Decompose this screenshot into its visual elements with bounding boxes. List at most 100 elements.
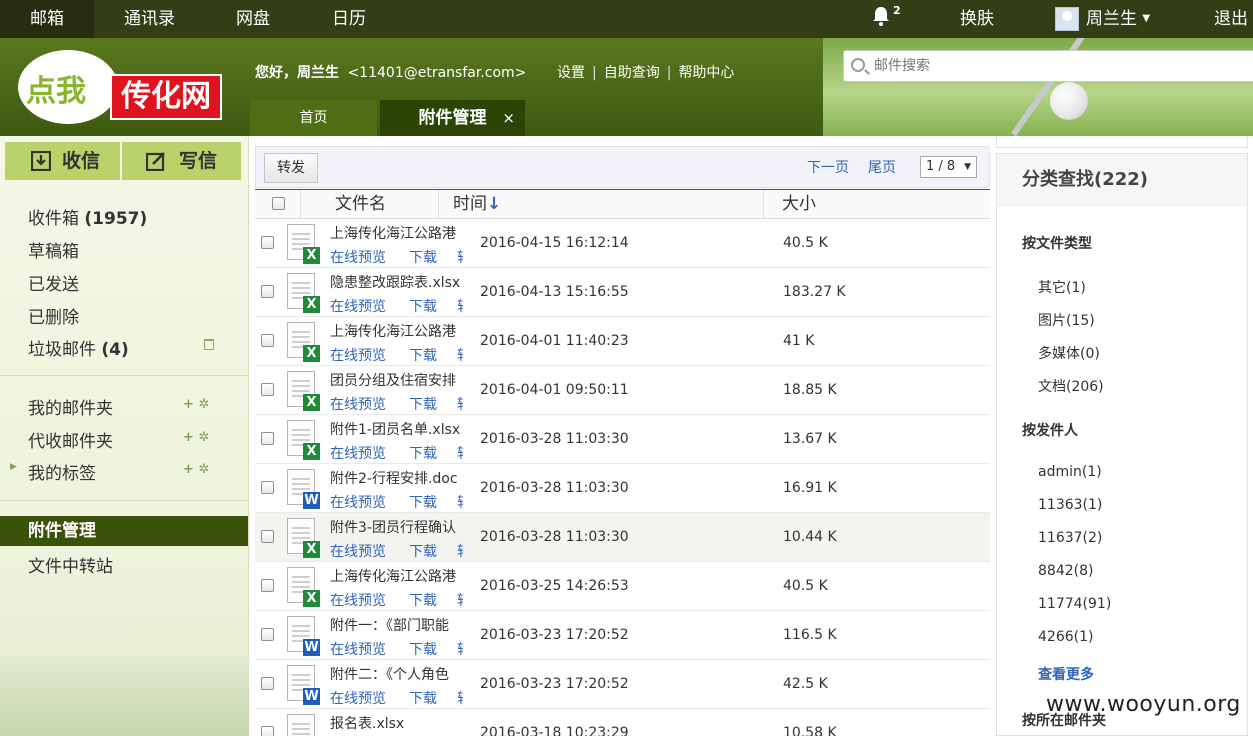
table-row[interactable]: W 附件二：《个人角色在线预览 下载转 2016-03-23 17:20:52 42.5… [255,660,990,709]
preview-link[interactable]: 在线预览 [330,593,386,609]
search-icon[interactable] [851,58,865,72]
gear-icon[interactable]: ✲ [198,430,209,445]
nav-contacts[interactable]: 通讯录 [124,0,175,38]
row-checkbox[interactable] [261,432,274,445]
sidebar-item-sent[interactable]: 已发送 [28,270,79,295]
file-name[interactable]: 上海传化海江公路港 [330,223,463,243]
table-row[interactable]: W 附件2-行程安排.doc 在线预览 下载转 2016-03-28 11:03:30 1… [255,464,990,513]
trash-icon[interactable] [204,339,214,350]
settings-link[interactable]: 设置 [557,65,585,81]
compose-button[interactable]: 写信 [122,142,241,180]
table-row[interactable]: X 上海传化海江公路港在线预览 下载转 2016-03-25 14:26:53 40.5… [255,562,990,611]
logout-button[interactable]: 退出 [1214,0,1248,38]
select-all-checkbox[interactable] [272,197,285,210]
sidebar-item-my-tags[interactable]: ▶ 我的标签 [10,459,96,484]
type-image[interactable]: 图片(15) [1038,310,1095,330]
file-name[interactable]: 附件一：《部门职能 [330,615,463,635]
file-name[interactable]: 团员分组及住宿安排 [330,370,463,390]
file-name[interactable]: 附件1-团员名单.xlsx [330,419,463,439]
download-link[interactable]: 下载 [409,541,437,561]
row-checkbox[interactable] [261,579,274,592]
help-center-link[interactable]: 帮助中心 [678,65,734,81]
nav-mail[interactable]: 邮箱 [0,0,94,38]
column-size[interactable]: 大小 [782,190,816,219]
file-name[interactable]: 附件二：《个人角色 [330,664,463,684]
add-icon[interactable]: + [183,462,194,477]
sidebar-item-spam[interactable]: 垃圾邮件 (4) [28,335,129,360]
sidebar-item-deleted[interactable]: 已删除 [28,303,79,328]
table-row[interactable]: X 隐患整改跟踪表.xlsx 在线预览 下载转 2016-04-13 15:16:55 1… [255,268,990,317]
type-media[interactable]: 多媒体(0) [1038,343,1100,363]
tab-attachments[interactable]: 附件管理 × [380,100,525,136]
sidebar-item-my-folders[interactable]: 我的邮件夹 [28,394,113,419]
row-checkbox[interactable] [261,481,274,494]
file-name[interactable]: 上海传化海江公路港 [330,566,463,586]
forward-link[interactable]: 转 [457,247,463,267]
download-link[interactable]: 下载 [409,688,437,708]
type-document[interactable]: 文档(206) [1038,376,1104,396]
forward-link[interactable]: 转 [457,688,463,708]
download-link[interactable]: 下载 [409,345,437,365]
sender-item[interactable]: 11637(2) [1038,530,1102,546]
receive-button[interactable]: 收信 [5,142,120,180]
row-checkbox[interactable] [261,726,274,736]
avatar[interactable] [1055,7,1079,31]
nav-calendar[interactable]: 日历 [332,0,366,38]
search-input[interactable] [874,55,1234,77]
tag-actions[interactable]: + ✲ [183,462,209,477]
table-row[interactable]: W 附件一：《部门职能在线预览 下载转 2016-03-23 17:20:52 116.… [255,611,990,660]
file-name[interactable]: 附件2-行程安排.doc [330,468,463,488]
preview-link[interactable]: 在线预览 [330,299,386,315]
folder-actions[interactable]: + ✲ [183,397,209,412]
preview-link[interactable]: 在线预览 [330,397,386,413]
preview-link[interactable]: 在线预览 [330,348,386,364]
column-name[interactable]: 文件名 [335,190,386,219]
last-page-link[interactable]: 尾页 [868,157,896,177]
add-icon[interactable]: + [183,430,194,445]
preview-link[interactable]: 在线预览 [330,495,386,511]
forward-link[interactable]: 转 [457,639,463,659]
tab-home[interactable]: 首页 [250,100,377,136]
row-checkbox[interactable] [261,334,274,347]
sender-item[interactable]: 8842(8) [1038,563,1093,579]
download-link[interactable]: 下载 [409,492,437,512]
row-checkbox[interactable] [261,383,274,396]
forward-link[interactable]: 转 [457,345,463,365]
download-link[interactable]: 下载 [409,296,437,316]
table-row[interactable]: X 上海传化海江公路港在线预览 下载转 2016-04-15 16:12:14 40.5… [255,219,990,268]
preview-link[interactable]: 在线预览 [330,642,386,658]
sender-item[interactable]: admin(1) [1038,464,1102,480]
skin-button[interactable]: 换肤 [960,0,994,38]
row-checkbox[interactable] [261,236,274,249]
sidebar-item-attachments[interactable]: 附件管理 [0,516,248,546]
search-box[interactable] [843,50,1253,82]
proxy-folder-actions[interactable]: + ✲ [183,430,209,445]
row-checkbox[interactable] [261,628,274,641]
sidebar-item-proxy-folders[interactable]: 代收邮件夹 [28,427,113,452]
user-menu[interactable]: 周兰生 ▼ [1086,0,1150,38]
forward-link[interactable]: 转 [457,296,463,316]
table-row[interactable]: X 附件3-团员行程确认在线预览 下载转 2016-03-28 11:03:30 10.… [255,513,990,562]
row-checkbox[interactable] [261,530,274,543]
table-row[interactable]: X报名表.xlsx在线预览下载转2016-03-18 10:23:2910.58… [255,709,990,736]
add-icon[interactable]: + [183,397,194,412]
type-other[interactable]: 其它(1) [1038,277,1086,297]
download-link[interactable]: 下载 [409,590,437,610]
file-name[interactable]: 报名表.xlsx [330,713,463,733]
table-row[interactable]: X 附件1-团员名单.xlsx 在线预览 下载转 2016-03-28 11:03:30… [255,415,990,464]
gear-icon[interactable]: ✲ [198,397,209,412]
preview-link[interactable]: 在线预览 [330,250,386,266]
column-time[interactable]: 时间↓ [453,190,501,219]
sender-item[interactable]: 11363(1) [1038,497,1102,513]
logo[interactable]: 点我 传化网 [18,50,222,124]
sender-item[interactable]: 11774(91) [1038,596,1111,612]
close-icon[interactable]: × [502,100,515,136]
forward-link[interactable]: 转 [457,394,463,414]
file-name[interactable]: 附件3-团员行程确认 [330,517,463,537]
table-row[interactable]: X 上海传化海江公路港在线预览 下载转 2016-04-01 11:40:23 41 K [255,317,990,366]
preview-link[interactable]: 在线预览 [330,691,386,707]
table-row[interactable]: X 团员分组及住宿安排在线预览 下载转 2016-04-01 09:50:11 18.8… [255,366,990,415]
forward-link[interactable]: 转 [457,590,463,610]
row-checkbox[interactable] [261,285,274,298]
preview-link[interactable]: 在线预览 [330,446,386,462]
